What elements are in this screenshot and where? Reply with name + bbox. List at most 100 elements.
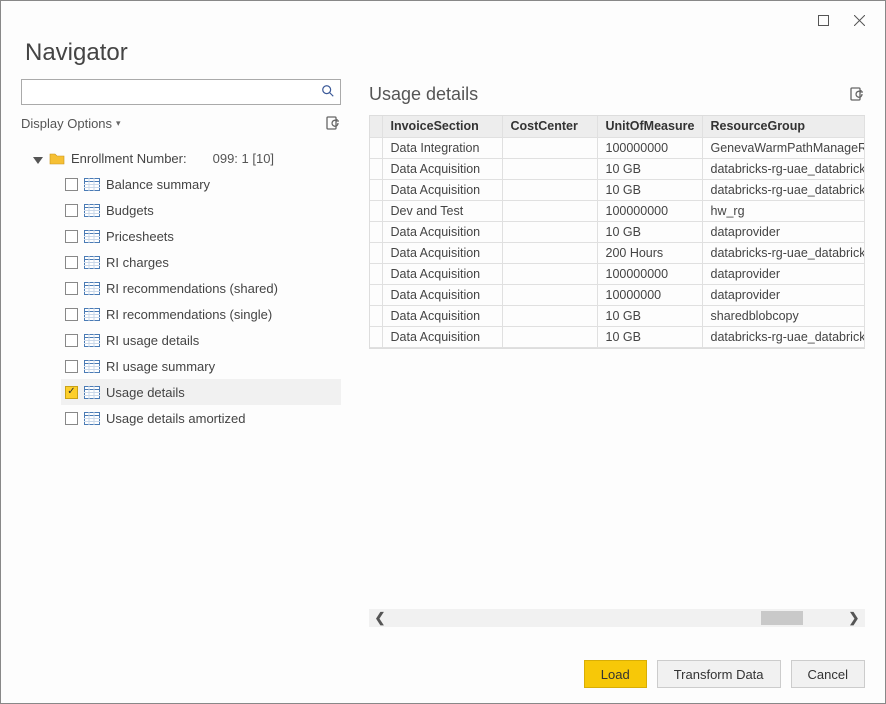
- horizontal-scrollbar[interactable]: ❮ ❯: [369, 609, 865, 627]
- tree-item-checkbox[interactable]: [65, 204, 78, 217]
- tree-item[interactable]: Budgets: [61, 197, 341, 223]
- cell: 10 GB: [597, 158, 702, 179]
- table-icon: [84, 412, 100, 425]
- cell: hw_rg: [702, 200, 865, 221]
- tree-item-label: RI recommendations (single): [106, 307, 272, 322]
- column-header[interactable]: UnitOfMeasure: [597, 116, 702, 137]
- tree-item[interactable]: RI recommendations (shared): [61, 275, 341, 301]
- table-icon: [84, 308, 100, 321]
- table-row[interactable]: Data Acquisition100000000dataprovider: [370, 263, 865, 284]
- cell: Data Acquisition: [382, 263, 502, 284]
- close-button[interactable]: [841, 6, 877, 34]
- tree-item-checkbox[interactable]: [65, 178, 78, 191]
- table-icon: [84, 204, 100, 217]
- tree-item-checkbox[interactable]: [65, 230, 78, 243]
- tree-item[interactable]: RI recommendations (single): [61, 301, 341, 327]
- column-header[interactable]: CostCenter: [502, 116, 597, 137]
- tree-item[interactable]: Pricesheets: [61, 223, 341, 249]
- table-row[interactable]: Data Acquisition10 GBsharedblobcopy: [370, 305, 865, 326]
- navigator-tree: Enrollment Number: 099: 1 [10] Balance s…: [21, 141, 341, 645]
- preview-table: InvoiceSectionCostCenterUnitOfMeasureRes…: [370, 116, 865, 348]
- column-header[interactable]: InvoiceSection: [382, 116, 502, 137]
- table-row[interactable]: Data Acquisition10 GBdatabricks-rg-uae_d…: [370, 326, 865, 347]
- scroll-track[interactable]: [391, 609, 843, 627]
- tree-item-checkbox[interactable]: [65, 334, 78, 347]
- tree-item[interactable]: RI usage summary: [61, 353, 341, 379]
- cell: [502, 326, 597, 347]
- cell: 10 GB: [597, 326, 702, 347]
- cell: dataprovider: [702, 221, 865, 242]
- cell: sharedblobcopy: [702, 305, 865, 326]
- row-gutter: [370, 242, 382, 263]
- cell: [502, 137, 597, 158]
- cell: 200 Hours: [597, 242, 702, 263]
- refresh-tree-icon[interactable]: [325, 115, 341, 131]
- load-button[interactable]: Load: [584, 660, 647, 688]
- tree-item[interactable]: RI usage details: [61, 327, 341, 353]
- cell: 10 GB: [597, 179, 702, 200]
- cell: databricks-rg-uae_databricks-: [702, 158, 865, 179]
- cell: databricks-rg-uae_databricks-: [702, 326, 865, 347]
- display-options-dropdown[interactable]: Display Options ▾: [21, 116, 121, 131]
- cell: 100000000: [597, 137, 702, 158]
- cancel-button[interactable]: Cancel: [791, 660, 865, 688]
- cell: 100000000: [597, 263, 702, 284]
- cell: Data Acquisition: [382, 179, 502, 200]
- tree-item-label: RI charges: [106, 255, 169, 270]
- cell: Data Integration: [382, 137, 502, 158]
- scroll-left-button[interactable]: ❮: [369, 609, 391, 627]
- tree-item-label: Pricesheets: [106, 229, 174, 244]
- table-row[interactable]: Data Acquisition10000000dataprovider: [370, 284, 865, 305]
- row-gutter: [370, 158, 382, 179]
- tree-item-checkbox[interactable]: [65, 412, 78, 425]
- cell: Data Acquisition: [382, 221, 502, 242]
- preview-pane: Usage details: [341, 79, 865, 645]
- collapse-icon[interactable]: [33, 153, 43, 163]
- tree-item-checkbox[interactable]: [65, 308, 78, 321]
- tree-item-checkbox[interactable]: [65, 386, 78, 399]
- tree-item[interactable]: Balance summary: [61, 171, 341, 197]
- row-gutter: [370, 179, 382, 200]
- tree-item[interactable]: RI charges: [61, 249, 341, 275]
- table-icon: [84, 386, 100, 399]
- search-input[interactable]: [21, 79, 341, 105]
- table-row[interactable]: Data Acquisition 10 GBdatabricks-rg-uae_d…: [370, 158, 865, 179]
- cell: Data Acquisition: [382, 242, 502, 263]
- cell: [502, 284, 597, 305]
- tree-item[interactable]: Usage details: [61, 379, 341, 405]
- row-gutter: [370, 221, 382, 242]
- scroll-right-button[interactable]: ❯: [843, 609, 865, 627]
- tree-root[interactable]: Enrollment Number: 099: 1 [10]: [33, 145, 341, 171]
- table-row[interactable]: Dev and Test 100000000hw_rg: [370, 200, 865, 221]
- cell: [502, 305, 597, 326]
- table-row[interactable]: Data Acquisition10 GBdatabricks-rg-uae_d…: [370, 179, 865, 200]
- tree-item-checkbox[interactable]: [65, 282, 78, 295]
- scroll-thumb[interactable]: [761, 611, 803, 625]
- tree-item-checkbox[interactable]: [65, 360, 78, 373]
- row-gutter: [370, 284, 382, 305]
- search-icon[interactable]: [321, 84, 335, 98]
- table-icon: [84, 256, 100, 269]
- tree-item-label: Usage details: [106, 385, 185, 400]
- cell: 100000000: [597, 200, 702, 221]
- cell: Data Acquisition: [382, 305, 502, 326]
- tree-root-label: Enrollment Number:: [71, 151, 187, 166]
- column-header[interactable]: ResourceGroup: [702, 116, 865, 137]
- tree-item-label: Budgets: [106, 203, 154, 218]
- tree-item[interactable]: Usage details amortized: [61, 405, 341, 431]
- cell: Data Acquisition: [382, 158, 502, 179]
- transform-data-button[interactable]: Transform Data: [657, 660, 781, 688]
- cell: databricks-rg-uae_databricks-: [702, 242, 865, 263]
- cell: [502, 200, 597, 221]
- table-icon: [84, 230, 100, 243]
- table-row[interactable]: Data Integration100000000GenevaWarmPathM…: [370, 137, 865, 158]
- header: Navigator: [1, 39, 885, 75]
- tree-item-checkbox[interactable]: [65, 256, 78, 269]
- table-row[interactable]: Data Acquisition 200 Hoursdatabricks-rg-u…: [370, 242, 865, 263]
- cell: Dev and Test: [382, 200, 502, 221]
- maximize-button[interactable]: [805, 6, 841, 34]
- display-options-row: Display Options ▾: [21, 105, 341, 141]
- table-icon: [84, 282, 100, 295]
- table-row[interactable]: Data Acquisition10 GBdataprovider: [370, 221, 865, 242]
- refresh-preview-icon[interactable]: [849, 86, 865, 102]
